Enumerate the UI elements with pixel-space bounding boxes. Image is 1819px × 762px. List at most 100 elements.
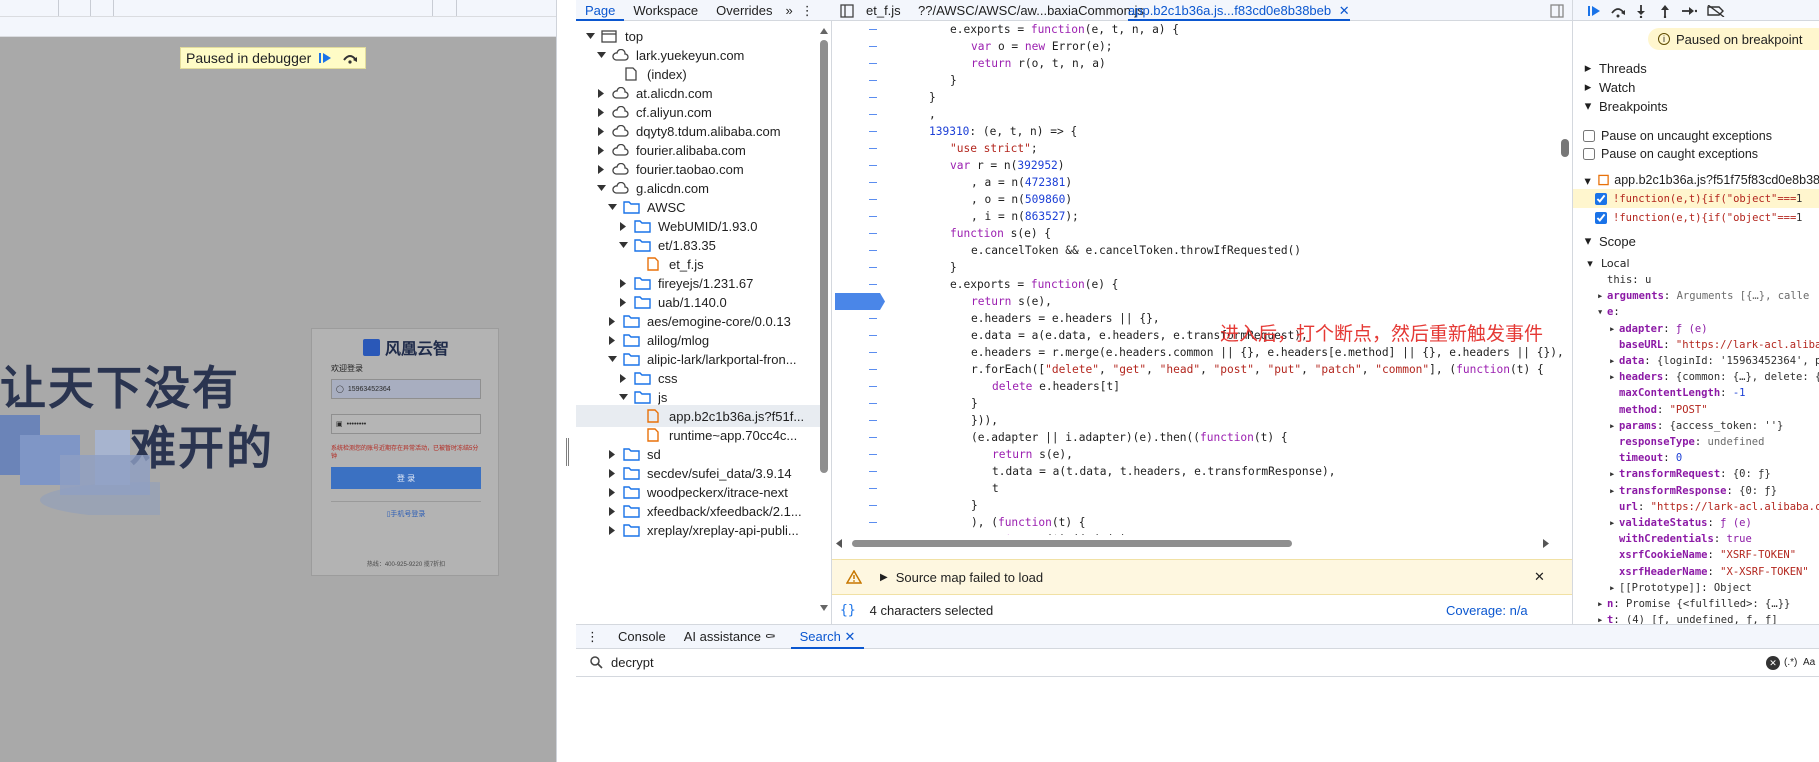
collapsed-icon[interactable] xyxy=(617,296,629,308)
collapsed-icon[interactable]: ▸ xyxy=(1597,288,1607,304)
pause-caught-checkbox[interactable]: Pause on caught exceptions xyxy=(1573,145,1819,163)
scope-variable[interactable]: ▸ validateStatus: ƒ (e) xyxy=(1609,515,1752,531)
breakpoint-item[interactable]: !function(e,t){if("object"=== 1 xyxy=(1573,189,1819,208)
scope-variable[interactable]: ▸ arguments: Arguments [{…}, calle xyxy=(1597,288,1809,304)
tree-item[interactable]: xreplay/xreplay-api-publi... xyxy=(576,519,822,541)
step-into-icon[interactable] xyxy=(1632,2,1650,20)
line-marker[interactable] xyxy=(869,352,877,353)
section-breakpoints[interactable]: ▾ Breakpoints xyxy=(1573,96,1819,116)
scope-variable[interactable]: ▸ [[Prototype]]: Object xyxy=(1609,580,1752,596)
regex-toggle[interactable]: (.*) xyxy=(1784,657,1797,668)
resize-grip-icon[interactable] xyxy=(566,438,569,466)
step-over-icon[interactable] xyxy=(1609,2,1627,20)
collapsed-icon[interactable]: ▸ xyxy=(1609,369,1619,385)
collapsed-icon[interactable] xyxy=(595,125,607,137)
tab-workspace[interactable]: Workspace xyxy=(624,0,707,21)
line-marker[interactable] xyxy=(869,148,877,149)
line-marker[interactable] xyxy=(869,29,877,30)
collapsed-icon[interactable]: ▸ xyxy=(1609,321,1619,337)
scope-variable[interactable]: ▸ transformResponse: {0: ƒ} xyxy=(1609,483,1777,499)
scope-variable[interactable]: ▸ n: Promise {<fulfilled>: {…}} xyxy=(1597,596,1790,612)
tab-ai-assistance[interactable]: AI assistance ⚰ xyxy=(675,625,785,649)
scope-variable[interactable]: this: u xyxy=(1597,272,1651,288)
toggle-debugger-icon[interactable] xyxy=(1550,0,1564,21)
pretty-print-icon[interactable]: {} xyxy=(840,603,856,618)
collapsed-icon[interactable]: ▸ xyxy=(1609,580,1619,596)
line-gutter[interactable] xyxy=(832,21,885,535)
collapsed-icon[interactable]: ▸ xyxy=(1609,483,1619,499)
scope-local[interactable]: ▾ Local xyxy=(1573,253,1819,273)
expanded-icon[interactable] xyxy=(595,182,607,194)
collapsed-icon[interactable] xyxy=(606,315,618,327)
collapsed-icon[interactable] xyxy=(595,144,607,156)
tab-search[interactable]: Search ✕ xyxy=(790,625,865,649)
collapsed-icon[interactable]: ▸ xyxy=(1609,418,1619,434)
scope-variable[interactable]: ▸ headers: {common: {…}, delete: { xyxy=(1609,369,1819,385)
collapsed-icon[interactable]: ▸ xyxy=(1597,596,1607,612)
username-field[interactable]: ◯ 15963452364 xyxy=(331,379,481,399)
scroll-up-icon[interactable] xyxy=(820,27,828,35)
tab-console[interactable]: Console xyxy=(609,625,675,649)
collapsed-icon[interactable]: ▸ xyxy=(1597,612,1607,624)
devtools-resizer[interactable] xyxy=(556,0,576,762)
collapsed-icon[interactable] xyxy=(606,467,618,479)
code-area[interactable]: e.exports = function(e, t, n, a) {var o … xyxy=(832,21,1572,535)
line-marker[interactable] xyxy=(869,420,877,421)
line-marker[interactable] xyxy=(869,199,877,200)
collapsed-icon[interactable] xyxy=(606,505,618,517)
scope-variable[interactable]: method: "POST" xyxy=(1609,402,1708,418)
breakpoint-enabled[interactable] xyxy=(1595,211,1607,224)
editor-horizontal-scrollbar[interactable] xyxy=(832,536,1572,550)
line-marker[interactable] xyxy=(869,488,877,489)
line-marker[interactable] xyxy=(869,284,877,285)
scope-variable[interactable]: ▸ data: {loginId: '15963452364', pas xyxy=(1609,353,1819,369)
section-scope[interactable]: ▾ Scope xyxy=(1573,231,1819,251)
line-marker[interactable] xyxy=(869,182,877,183)
collapsed-icon[interactable] xyxy=(595,106,607,118)
expand-warning-icon[interactable]: ▶ xyxy=(880,572,888,583)
scope-variable[interactable]: withCredentials: true xyxy=(1609,531,1752,547)
editor-scrollbar[interactable] xyxy=(1561,139,1569,157)
navigator-scrollbar[interactable] xyxy=(820,40,828,473)
section-watch[interactable]: ▸ Watch xyxy=(1573,77,1819,97)
step-out-icon[interactable] xyxy=(1656,2,1674,20)
collapsed-icon[interactable] xyxy=(595,87,607,99)
collapsed-icon[interactable] xyxy=(606,334,618,346)
line-marker[interactable] xyxy=(869,335,877,336)
collapsed-icon[interactable]: ▸ xyxy=(1609,353,1619,369)
line-marker[interactable] xyxy=(869,369,877,370)
editor-tab-1[interactable]: ??/AWSC/AWSC/aw...baxiaCommon.js xyxy=(918,0,1144,21)
collapsed-icon[interactable] xyxy=(617,372,629,384)
line-marker[interactable] xyxy=(869,403,877,404)
collapsed-icon[interactable] xyxy=(617,220,629,232)
horizontal-scroll-thumb[interactable] xyxy=(852,540,1292,547)
line-marker[interactable] xyxy=(869,267,877,268)
resume-icon[interactable] xyxy=(1585,2,1603,20)
navigator-menu-icon[interactable]: ⋮ xyxy=(797,0,818,21)
section-threads[interactable]: ▸ Threads xyxy=(1573,58,1819,78)
scroll-right-icon[interactable] xyxy=(1542,539,1550,548)
scroll-down-icon[interactable] xyxy=(820,604,828,612)
expanded-icon[interactable] xyxy=(617,239,629,251)
line-marker[interactable] xyxy=(869,522,877,523)
expanded-icon[interactable] xyxy=(584,30,596,42)
line-marker[interactable] xyxy=(869,131,877,132)
line-marker[interactable] xyxy=(869,97,877,98)
breakpoint-file[interactable]: ▾ app.b2c1b36a.js?f51f75f83cd0e8b38 xyxy=(1573,170,1819,190)
step-icon[interactable] xyxy=(1680,2,1698,20)
line-marker[interactable] xyxy=(869,165,877,166)
collapsed-icon[interactable] xyxy=(606,448,618,460)
close-tab-icon[interactable]: ✕ xyxy=(1339,3,1350,18)
expanded-icon[interactable] xyxy=(617,391,629,403)
line-marker[interactable] xyxy=(869,505,877,506)
line-marker[interactable] xyxy=(869,437,877,438)
expanded-icon[interactable] xyxy=(595,49,607,61)
dismiss-warning-icon[interactable]: ✕ xyxy=(1534,569,1545,585)
line-marker[interactable] xyxy=(869,46,877,47)
scope-variable[interactable]: maxContentLength: -1 xyxy=(1609,385,1745,401)
editor-tab-0[interactable]: et_f.js xyxy=(866,0,901,21)
line-marker[interactable] xyxy=(869,250,877,251)
coverage-status[interactable]: Coverage: n/a xyxy=(1446,603,1528,618)
scope-variable[interactable]: ▸ t: (4) [ƒ, undefined, ƒ, ƒ] xyxy=(1597,612,1778,624)
breakpoint-enabled[interactable] xyxy=(1595,192,1607,205)
